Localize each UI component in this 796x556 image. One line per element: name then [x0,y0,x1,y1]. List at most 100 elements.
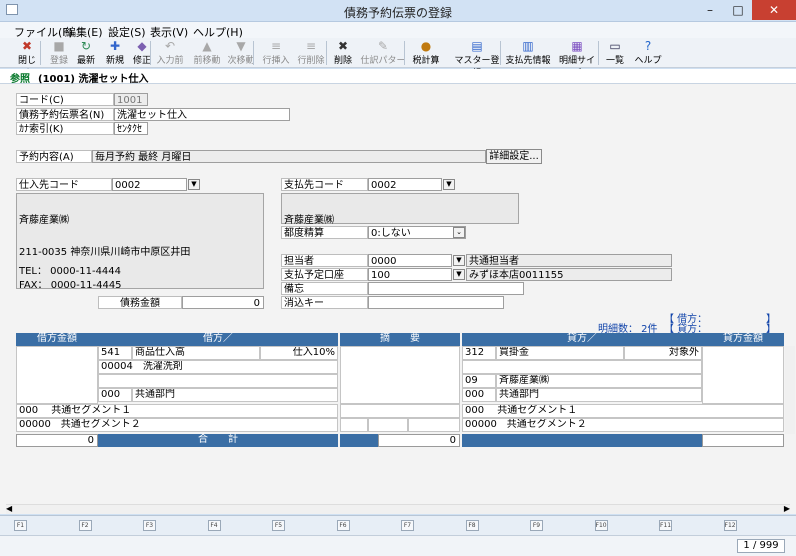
toolbar-list-button[interactable]: ▭ 一覧 [603,39,627,67]
supplier-address: 211-0035 神奈川県川崎市中原区井田 [19,247,191,258]
credit-dept-code[interactable]: 000 [462,388,496,402]
credit-partner-code[interactable]: 09 [462,374,496,388]
toolbar-new-document-button[interactable]: ✚ 新規 [103,39,127,67]
toolbar-separator [253,41,254,65]
credit-blank-row[interactable] [462,360,702,374]
toolbar-up-arrow-button[interactable]: ▲ 前移動 [191,39,223,67]
staff-code-field[interactable]: 0000 [368,254,452,267]
chart-icon: ▥ [522,39,534,53]
vertical-scrollbar[interactable] [785,346,795,434]
staff-dropdown-button[interactable]: ▼ [453,255,465,266]
debt-amount-label: 債務金額 [98,296,182,309]
toolbar-chart-button[interactable]: ▥ 支払先情報 [505,39,551,67]
toolbar-label: ヘルプ [634,56,662,66]
col-description: 摘 要 [340,333,460,346]
fkey-f3[interactable]: F3 [143,520,156,531]
horizontal-scrollbar[interactable]: ◀ ▶ [6,504,790,514]
credit-segment-1[interactable]: 000 共通セグメント１ [462,404,784,418]
supplier-name: 斉藤産業㈱ [19,215,69,226]
name-field[interactable]: 洗濯セット仕入 [114,108,290,121]
toolbar-master-button[interactable]: ▤マスター登録 [452,39,502,79]
list-icon: ▭ [609,39,621,53]
credit-segment-2[interactable]: 00000 共通セグメント２ [462,418,784,432]
reconcile-key-field[interactable] [368,296,504,309]
fkey-f4[interactable]: F4 [207,520,221,531]
credit-account-code[interactable]: 312 [462,346,496,360]
window-title: 債務予約伝票の登録 [343,6,452,20]
kana-field[interactable]: ｾﾝﾀｸｾ [114,122,148,135]
toolbar-pen-button[interactable]: ✎仕訳パターン [360,39,406,79]
down-arrow-icon: ▼ [236,39,246,53]
credit-tax-class[interactable]: 対象外 [624,346,702,360]
toolbar-save-button[interactable]: ■ 登録 [46,39,72,67]
debit-segment-2[interactable]: 00000 共通セグメント２ [16,418,338,432]
payee-dropdown-button[interactable]: ▼ [443,179,455,190]
breadcrumb: 参照 (1001) 洗濯セット仕入 [0,69,796,85]
fkey-f1[interactable]: F1 [14,520,27,531]
reconcile-key-label: 消込キー [281,296,368,309]
supplier-code-label: 仕入先コード [16,178,112,191]
toolbar-delete-row-button[interactable]: ≡ 行削除 [295,39,327,67]
toolbar-undo-button[interactable]: ↶ 入力前 [155,39,185,67]
fkey-f10[interactable]: F10 [594,520,608,531]
maximize-button[interactable]: □ [724,0,752,20]
fkey-f7[interactable]: F7 [401,520,414,531]
new-document-icon: ✚ [109,39,121,53]
fkey-f6[interactable]: F6 [336,520,350,531]
toolbar-insert-row-button[interactable]: ≡ 行挿入 [260,39,292,67]
toolbar-close-button[interactable]: ✖閉じる [14,39,40,79]
debit-account-name[interactable]: 商品仕入高 [132,346,260,360]
toolbar-delete-button[interactable]: ✖ 削除 [331,39,355,67]
payee-code-field[interactable]: 0002 [368,178,442,191]
account-code-field[interactable]: 100 [368,268,452,281]
toolbar-label: 行挿入 [262,56,290,66]
minimize-button[interactable]: – [696,0,724,20]
insert-row-icon: ≡ [270,39,282,53]
fkey-f8[interactable]: F8 [465,520,479,531]
debit-tax-class[interactable]: 仕入10% [260,346,338,360]
toolbar-separator [326,41,327,65]
debit-segment-1[interactable]: 000 共通セグメント１ [16,404,338,418]
detail-settings-button[interactable]: 詳細設定... [486,149,542,164]
debit-dept-code[interactable]: 000 [98,388,132,402]
desc-segment-2b[interactable] [368,418,408,432]
toolbar-help-button[interactable]: ? ヘルプ [633,39,663,67]
supplier-dropdown-button[interactable]: ▼ [188,179,200,190]
debit-blank-row[interactable] [98,374,338,388]
toolbar-refresh-button[interactable]: ↻ 最新 [74,39,98,67]
scroll-right-arrow[interactable]: ▶ [784,504,790,513]
toolbar-tax-calc-button[interactable]: ● 税計算 [407,39,445,67]
debit-sub-account[interactable]: 00004 洗濯洗剤 [98,360,338,374]
credit-dept-name[interactable]: 共通部門 [496,388,702,402]
supplier-code-field[interactable]: 0002 [112,178,187,191]
settle-select[interactable]: 0:しない [368,226,466,239]
master-icon: ▤ [471,39,483,53]
debit-amount-cell[interactable] [16,346,98,404]
toolbar-label: 修正 [132,56,151,66]
account-dropdown-button[interactable]: ▼ [453,269,465,280]
col-credit: 貸方／ [462,333,702,346]
desc-segment-2c[interactable] [408,418,460,432]
credit-partner-name[interactable]: 斉藤産業㈱ [496,374,702,388]
fkey-f11[interactable]: F11 [659,520,672,531]
desc-segment-2a[interactable] [340,418,368,432]
credit-amount-cell[interactable] [702,346,784,404]
memo-field[interactable] [368,282,524,295]
credit-account-name[interactable]: 買掛金 [496,346,624,360]
scroll-left-arrow[interactable]: ◀ [6,504,12,513]
fkey-f2[interactable]: F2 [78,520,92,531]
close-window-button[interactable]: ✕ [752,0,796,20]
code-label: コード(C) [16,93,114,106]
debit-dept-name[interactable]: 共通部門 [132,388,338,402]
settle-dropdown-button[interactable]: ⌄ [453,227,465,238]
desc-segment-1[interactable] [340,404,460,418]
toolbar-label: 登録 [49,56,68,66]
fkey-f12[interactable]: F12 [723,520,737,531]
toolbar-separator [150,41,151,65]
description-cell[interactable] [340,346,460,404]
toolbar-detail-size-button[interactable]: ▦明細サイズ [557,39,597,79]
debit-account-code[interactable]: 541 [98,346,132,360]
fkey-f9[interactable]: F9 [530,520,543,531]
menu-bar: ファイル(F) 編集(E) 設定(S) 表示(V) ヘルプ(H) [0,22,796,39]
fkey-f5[interactable]: F5 [272,520,285,531]
